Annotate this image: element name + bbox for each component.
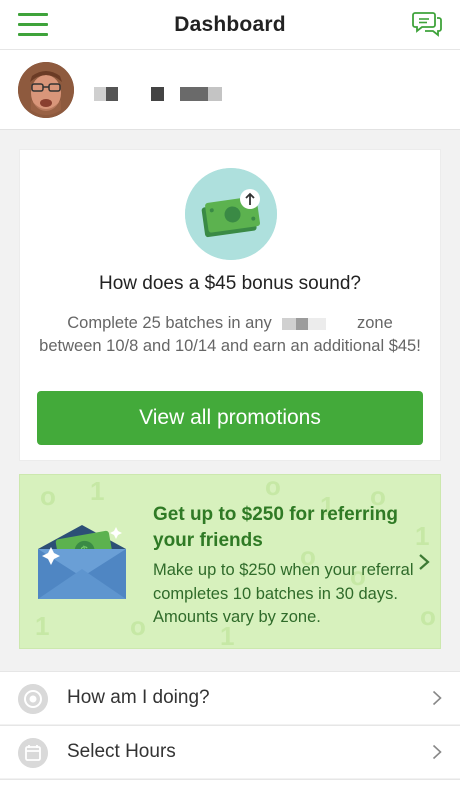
promotion-description: Complete 25 batches in any zone between … bbox=[34, 312, 426, 358]
top-bar: Dashboard bbox=[0, 0, 460, 50]
money-envelope-icon: $ bbox=[38, 525, 126, 599]
chat-bubbles-icon[interactable] bbox=[412, 9, 442, 37]
referral-card[interactable]: o 1 o 1 o 1 o 1 o o o 1 $ Get up to $250… bbox=[19, 474, 441, 649]
chevron-right-icon bbox=[432, 690, 442, 706]
list-item-label: How am I doing? bbox=[67, 687, 210, 708]
list-item-select-hours[interactable]: Select Hours bbox=[0, 725, 460, 778]
target-icon bbox=[18, 684, 48, 714]
chevron-right-icon bbox=[419, 554, 430, 570]
calendar-icon bbox=[18, 738, 48, 768]
promotion-description-part1: Complete 25 batches in any bbox=[67, 314, 272, 332]
list-item-label: Select Hours bbox=[67, 741, 176, 762]
chevron-right-icon bbox=[432, 744, 442, 760]
svg-text:o: o bbox=[130, 611, 146, 641]
profile-header bbox=[0, 50, 460, 130]
referral-heading: Get up to $250 for referring your friend… bbox=[153, 504, 398, 551]
list-item-how-am-i-doing[interactable]: How am I doing? bbox=[0, 671, 460, 724]
promotion-heading: How does a $45 bonus sound? bbox=[99, 273, 361, 294]
user-avatar[interactable] bbox=[18, 62, 74, 118]
redacted-username bbox=[94, 87, 224, 101]
money-upload-icon bbox=[185, 168, 277, 260]
svg-text:1: 1 bbox=[35, 611, 49, 641]
redacted-zone-name bbox=[276, 317, 352, 331]
svg-text:1: 1 bbox=[90, 476, 104, 506]
referral-description: Make up to $250 when your referral compl… bbox=[153, 561, 414, 626]
svg-text:o: o bbox=[40, 481, 56, 511]
list-item-partial[interactable] bbox=[0, 779, 460, 791]
svg-text:o: o bbox=[265, 475, 281, 501]
promotion-card: How does a $45 bonus sound? Complete 25 … bbox=[19, 149, 441, 461]
view-all-promotions-button[interactable]: View all promotions bbox=[37, 391, 423, 445]
page-title: Dashboard bbox=[174, 13, 286, 36]
